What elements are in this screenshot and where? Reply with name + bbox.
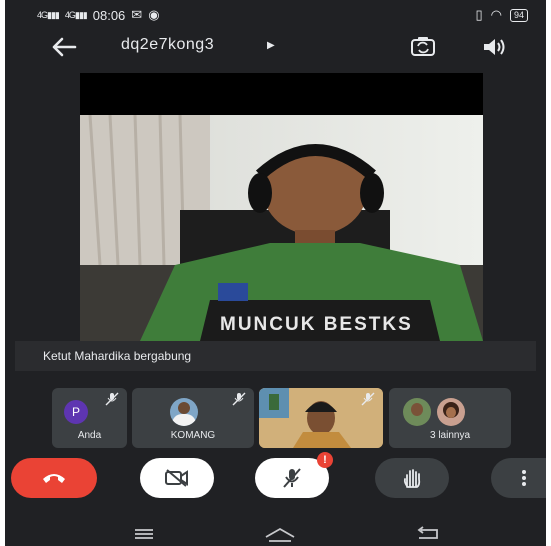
avatar: P [64, 400, 88, 424]
call-controls: ! [5, 452, 546, 498]
participant-name: KOMANG [170, 430, 216, 441]
avatar [437, 398, 465, 426]
back-arrow-icon[interactable] [49, 34, 79, 60]
hand-icon [403, 469, 421, 488]
vibrate-icon: ▯ [475, 7, 483, 22]
recent-apps-icon[interactable] [133, 528, 155, 540]
meet-screen: 4G▮▮▮ 4G▮▮▮ 08:06 ✉ ◉ ▯ ◠ 94 dq2e7kong3 … [5, 0, 546, 546]
mic-muted-icon [105, 392, 119, 406]
participant-name: 3 lainnya [429, 430, 471, 441]
join-notification-text: Ketut Mahardika bergabung [43, 349, 192, 363]
more-options-button[interactable] [491, 458, 546, 498]
signal-icon-2: 4G▮▮▮ [64, 9, 88, 20]
system-nav-bar [5, 508, 546, 546]
participant-video-frame: MUNCUK BESTKS [80, 115, 483, 341]
speaker-icon[interactable] [481, 36, 507, 58]
meeting-header: dq2e7kong3 ▶ [5, 30, 546, 64]
caret-right-icon[interactable]: ▶ [267, 40, 275, 51]
end-call-button[interactable] [11, 458, 97, 498]
avatar [170, 398, 198, 426]
end-call-icon [43, 474, 65, 483]
shirt-text: MUNCUK BESTKS [220, 314, 413, 335]
switch-camera-icon[interactable] [409, 35, 437, 59]
join-notification: Ketut Mahardika bergabung [15, 341, 536, 371]
wifi-icon: ◠ [490, 7, 502, 22]
mic-muted-icon [361, 392, 375, 406]
signal-icon: 4G▮▮▮ [37, 9, 60, 20]
participant-name: Anda [77, 430, 102, 441]
home-icon[interactable] [263, 525, 297, 543]
mic-muted-icon [232, 392, 246, 406]
clock: 08:06 [92, 7, 126, 23]
avatar [403, 398, 431, 426]
location-icon: ◉ [148, 7, 160, 22]
camera-toggle-button[interactable] [140, 458, 214, 498]
raise-hand-button[interactable] [375, 458, 449, 498]
meeting-code[interactable]: dq2e7kong3 [121, 36, 214, 54]
main-video[interactable]: MUNCUK BESTKS [80, 73, 483, 341]
participant-tile-others[interactable]: 3 lainnya [389, 388, 511, 448]
participant-tile-self[interactable]: P Anda [52, 388, 127, 448]
participant-tile-komang[interactable]: KOMANG [132, 388, 254, 448]
mic-off-icon [283, 468, 301, 488]
participant-tile-video[interactable] [259, 388, 383, 448]
mic-alert-badge: ! [317, 452, 333, 468]
mail-icon: ✉ [131, 7, 143, 22]
back-nav-icon[interactable] [413, 526, 441, 542]
camera-off-icon [165, 469, 188, 487]
battery-indicator: 94 [509, 8, 528, 22]
more-vert-icon [522, 470, 526, 486]
status-bar: 4G▮▮▮ 4G▮▮▮ 08:06 ✉ ◉ ▯ ◠ 94 [5, 0, 546, 28]
